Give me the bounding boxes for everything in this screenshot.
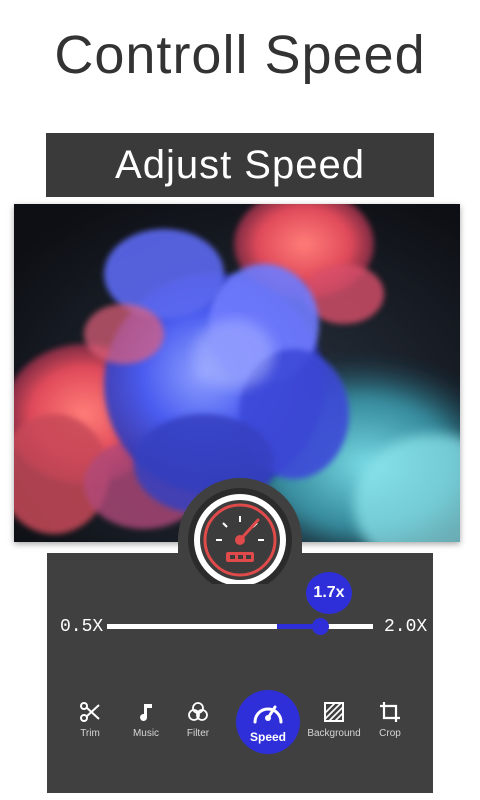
tool-filter[interactable]: Filter [168, 690, 228, 739]
tool-filter-label: Filter [186, 728, 210, 739]
background-pattern-icon [324, 702, 344, 722]
tool-background[interactable]: Background [304, 690, 364, 739]
speed-value-bubble: 1.7x [306, 572, 352, 614]
speedometer-icon [178, 478, 302, 592]
scissors-icon [80, 702, 100, 722]
tool-music-label: Music [132, 728, 160, 739]
speed-slider-track[interactable] [107, 618, 373, 635]
tool-speed-label: Speed [249, 730, 286, 744]
crop-icon [380, 702, 400, 722]
adjust-speed-banner: Adjust Speed [46, 133, 434, 197]
tool-trim-label: Trim [80, 728, 100, 739]
speed-slider-thumb[interactable] [312, 618, 329, 635]
slider-max-label: 2.0X [384, 617, 428, 637]
tool-music[interactable]: Music [116, 690, 176, 739]
tool-background-label: Background [307, 728, 361, 739]
tool-speed[interactable]: Speed [236, 690, 300, 754]
tool-crop-label: Crop [379, 728, 401, 739]
tool-bar: Trim Music Filter Speed Background Crop [60, 690, 420, 770]
tool-crop[interactable]: Crop [360, 690, 420, 739]
tool-trim[interactable]: Trim [60, 690, 120, 739]
filter-circles-icon [188, 702, 208, 721]
headline-title: Controll Speed [54, 25, 426, 85]
slider-min-label: 0.5X [60, 617, 104, 637]
music-note-icon [140, 704, 152, 721]
speedometer-small-icon [253, 705, 283, 724]
